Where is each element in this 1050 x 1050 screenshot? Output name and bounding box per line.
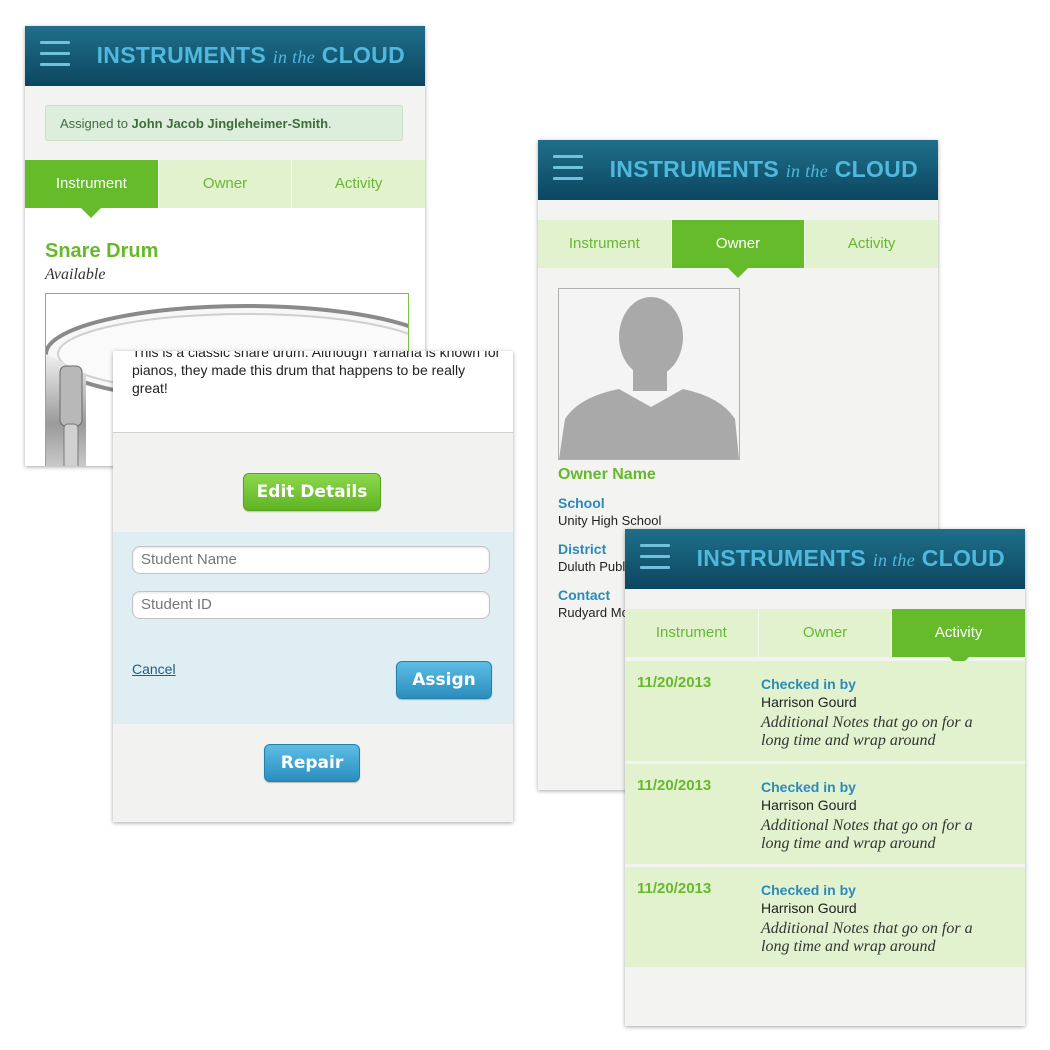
- activity-note: Additional Notes that go on for a long t…: [761, 817, 973, 852]
- tab-owner[interactable]: Owner: [158, 160, 293, 208]
- repair-button[interactable]: Repair: [264, 744, 360, 782]
- assign-screen: This is a classic snare drum. Although Y…: [113, 351, 513, 822]
- student-id-input[interactable]: Student ID: [132, 591, 490, 619]
- assignee-name: John Jacob Jingleheimer-Smith: [131, 116, 329, 131]
- tab-instrument[interactable]: Instrument: [25, 160, 159, 218]
- tab-owner[interactable]: Owner: [758, 609, 893, 657]
- menu-icon[interactable]: [40, 41, 70, 69]
- app-logo: INSTRUMENTS in the CLOUD: [609, 156, 918, 182]
- activity-entry: 11/20/2013 Checked in by Harrison Gourd …: [625, 661, 1025, 761]
- tab-bar: Instrument Owner Activity: [538, 220, 938, 278]
- activity-screen: INSTRUMENTS in the CLOUD Instrument Owne…: [625, 529, 1025, 1026]
- tab-instrument[interactable]: Instrument: [625, 609, 759, 657]
- activity-note: Additional Notes that go on for a long t…: [761, 920, 973, 955]
- edit-details-button[interactable]: Edit Details: [243, 473, 381, 511]
- menu-icon[interactable]: [553, 155, 583, 183]
- activity-person: Harrison Gourd: [761, 900, 857, 916]
- contact-value: Rudyard Mc: [558, 605, 629, 620]
- activity-action: Checked in by: [761, 779, 856, 795]
- tab-activity[interactable]: Activity: [292, 160, 425, 208]
- activity-entry: 11/20/2013 Checked in by Harrison Gourd …: [625, 764, 1025, 864]
- app-header: INSTRUMENTS in the CLOUD: [25, 26, 425, 86]
- app-header: INSTRUMENTS in the CLOUD: [625, 529, 1025, 589]
- app-header: INSTRUMENTS in the CLOUD: [538, 140, 938, 200]
- description-box: This is a classic snare drum. Although Y…: [113, 351, 513, 433]
- tab-owner[interactable]: Owner: [671, 220, 806, 278]
- tab-activity[interactable]: Activity: [805, 220, 938, 268]
- school-label: School: [558, 495, 605, 511]
- student-name-input[interactable]: Student Name: [132, 546, 490, 574]
- activity-date: 11/20/2013: [637, 880, 712, 897]
- tab-activity[interactable]: Activity: [892, 609, 1025, 667]
- activity-date: 11/20/2013: [637, 777, 712, 794]
- tab-bar: Instrument Owner Activity: [25, 160, 425, 218]
- assign-form: Student Name Student ID Cancel Assign: [113, 532, 513, 724]
- contact-label: Contact: [558, 587, 611, 603]
- district-value: Duluth Publ: [558, 559, 626, 574]
- activity-person: Harrison Gourd: [761, 694, 857, 710]
- school-value: Unity High School: [558, 513, 662, 528]
- app-logo: INSTRUMENTS in the CLOUD: [696, 545, 1005, 571]
- cancel-link[interactable]: Cancel: [132, 661, 176, 677]
- person-silhouette: [558, 288, 740, 460]
- instrument-status: Available: [45, 266, 106, 283]
- tab-instrument[interactable]: Instrument: [538, 220, 672, 268]
- activity-entry: 11/20/2013 Checked in by Harrison Gourd …: [625, 867, 1025, 967]
- tab-bar: Instrument Owner Activity: [625, 609, 1025, 667]
- activity-action: Checked in by: [761, 676, 856, 692]
- menu-icon[interactable]: [640, 544, 670, 572]
- app-logo: INSTRUMENTS in the CLOUD: [96, 42, 405, 68]
- instrument-description: This is a classic snare drum. Although Y…: [132, 351, 501, 396]
- owner-name: Owner Name: [558, 466, 656, 483]
- instrument-title: Snare Drum: [45, 240, 159, 262]
- activity-date: 11/20/2013: [637, 674, 712, 691]
- activity-person: Harrison Gourd: [761, 797, 857, 813]
- activity-note: Additional Notes that go on for a long t…: [761, 714, 973, 749]
- assignment-notice: Assigned to John Jacob Jingleheimer-Smit…: [45, 105, 403, 141]
- activity-action: Checked in by: [761, 882, 856, 898]
- district-label: District: [558, 541, 607, 557]
- assign-button[interactable]: Assign: [396, 661, 492, 699]
